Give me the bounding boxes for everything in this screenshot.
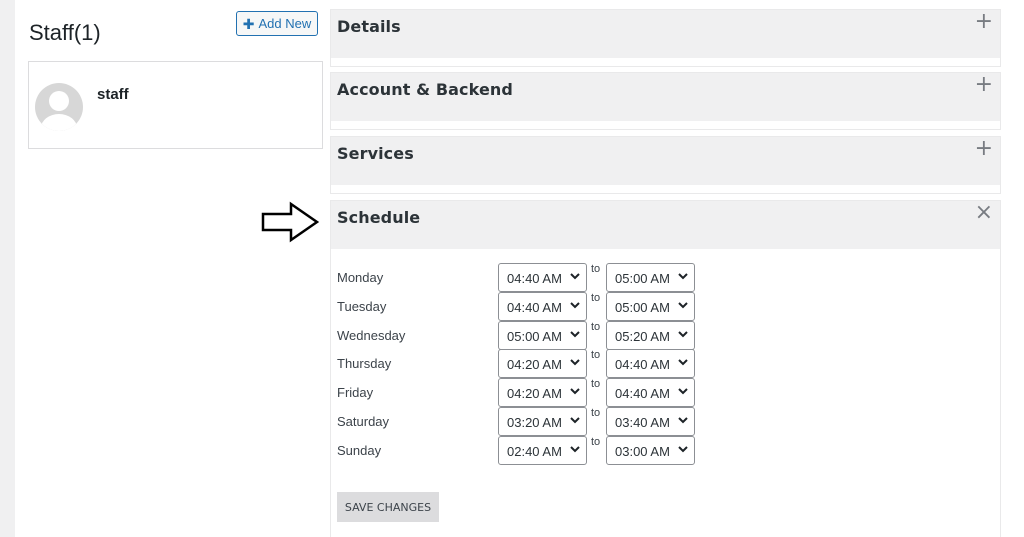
end-time-value: 05:00 AM bbox=[615, 271, 670, 286]
day-label: Tuesday bbox=[337, 298, 387, 314]
schedule-row-saturday: Saturday 03:20 AM to 03:40 AM bbox=[337, 407, 737, 436]
start-time-value: 04:40 AM bbox=[507, 299, 562, 315]
chevron-down-icon bbox=[678, 302, 688, 309]
day-label: Saturday bbox=[337, 414, 390, 429]
end-time-select[interactable]: 03:40 AM bbox=[606, 407, 695, 436]
to-label: to bbox=[591, 291, 601, 304]
services-panel-header[interactable]: Services + bbox=[331, 137, 1000, 185]
start-time-value: 04:20 AM bbox=[507, 357, 562, 373]
staff-name[interactable]: staff bbox=[97, 86, 129, 103]
chevron-down-icon bbox=[678, 417, 688, 424]
start-time-select[interactable]: 05:00 AM bbox=[498, 320, 587, 350]
details-panel-title: Details bbox=[337, 17, 401, 36]
schedule-row-monday: Monday 04:40 AM to 05:00 AM bbox=[337, 263, 737, 292]
day-label: Wednesday bbox=[337, 327, 406, 343]
arrow-right-icon bbox=[261, 201, 319, 243]
start-time-select[interactable]: 03:20 AM bbox=[498, 407, 587, 436]
start-time-select[interactable]: 04:40 AM bbox=[498, 291, 587, 321]
start-time-value: 02:40 AM bbox=[507, 443, 562, 459]
start-time-value: 05:00 AM bbox=[507, 328, 562, 344]
end-time-value: 04:40 AM bbox=[615, 357, 670, 373]
to-label: to bbox=[591, 263, 601, 275]
end-time-value: 04:40 AM bbox=[615, 386, 670, 402]
end-time-select[interactable]: 05:00 AM bbox=[606, 291, 695, 321]
left-rail bbox=[0, 0, 15, 537]
staff-card[interactable]: staff bbox=[28, 61, 323, 149]
schedule-row-friday: Friday 04:20 AM to 04:40 AM bbox=[337, 378, 737, 408]
plus-icon: ✚ bbox=[242, 15, 255, 32]
to-label: to bbox=[591, 378, 601, 391]
chevron-down-icon bbox=[570, 446, 580, 453]
to-label: to bbox=[591, 320, 601, 333]
end-time-value: 03:40 AM bbox=[615, 415, 670, 430]
schedule-panel: Schedule × Monday 04:40 AM to 05:00 AM Tuesd… bbox=[330, 200, 1001, 537]
save-changes-button[interactable]: SAVE CHANGES bbox=[337, 492, 439, 522]
end-time-select[interactable]: 04:40 AM bbox=[606, 378, 695, 408]
account-backend-panel-title: Account & Backend bbox=[337, 80, 513, 99]
start-time-select[interactable]: 04:40 AM bbox=[498, 263, 587, 292]
to-label: to bbox=[591, 435, 601, 448]
avatar bbox=[35, 83, 83, 131]
add-new-button[interactable]: ✚ Add New bbox=[236, 11, 318, 36]
start-time-value: 04:20 AM bbox=[507, 386, 562, 402]
chevron-down-icon bbox=[570, 330, 580, 338]
start-time-value: 04:40 AM bbox=[507, 271, 562, 286]
details-panel-header[interactable]: Details + bbox=[331, 10, 1000, 58]
day-label: Sunday bbox=[337, 442, 382, 458]
schedule-panel-title: Schedule bbox=[337, 208, 421, 227]
details-panel: Details + bbox=[330, 9, 1001, 67]
chevron-down-icon bbox=[570, 388, 580, 395]
end-time-select[interactable]: 03:00 AM bbox=[606, 435, 695, 465]
schedule-panel-header[interactable]: Schedule × bbox=[331, 201, 1000, 249]
to-label: to bbox=[591, 407, 601, 419]
chevron-down-icon bbox=[570, 273, 580, 280]
chevron-down-icon bbox=[678, 388, 688, 395]
start-time-select[interactable]: 04:20 AM bbox=[498, 349, 587, 379]
services-panel-title: Services bbox=[337, 144, 414, 163]
add-new-label: Add New bbox=[258, 16, 312, 31]
chevron-down-icon bbox=[570, 417, 580, 424]
day-label: Monday bbox=[337, 270, 384, 285]
chevron-down-icon bbox=[570, 302, 580, 309]
expand-icon[interactable]: + bbox=[975, 11, 993, 33]
staff-list-title: Staff(1) bbox=[29, 20, 101, 45]
chevron-down-icon bbox=[678, 273, 688, 280]
end-time-value: 05:20 AM bbox=[615, 328, 670, 344]
to-label: to bbox=[591, 349, 601, 362]
schedule-row-sunday: Sunday 02:40 AM to 03:00 AM bbox=[337, 435, 737, 465]
day-label: Thursday bbox=[337, 356, 392, 372]
expand-icon[interactable]: + bbox=[975, 74, 993, 96]
chevron-down-icon bbox=[570, 359, 580, 366]
end-time-select[interactable]: 05:00 AM bbox=[606, 263, 695, 292]
chevron-down-icon bbox=[678, 446, 688, 453]
chevron-down-icon bbox=[678, 330, 688, 338]
day-label: Friday bbox=[337, 385, 374, 401]
schedule-row-tuesday: Tuesday 04:40 AM to 05:00 AM bbox=[337, 291, 737, 321]
chevron-down-icon bbox=[678, 359, 688, 366]
end-time-select[interactable]: 05:20 AM bbox=[606, 320, 695, 350]
services-panel: Services + bbox=[330, 136, 1001, 194]
account-backend-panel: Account & Backend + bbox=[330, 72, 1001, 130]
start-time-select[interactable]: 02:40 AM bbox=[498, 435, 587, 465]
end-time-value: 05:00 AM bbox=[615, 299, 670, 315]
end-time-value: 03:00 AM bbox=[615, 443, 670, 459]
start-time-value: 03:20 AM bbox=[507, 415, 562, 430]
account-backend-panel-header[interactable]: Account & Backend + bbox=[331, 73, 1000, 121]
start-time-select[interactable]: 04:20 AM bbox=[498, 378, 587, 408]
expand-icon[interactable]: + bbox=[975, 138, 993, 160]
close-icon[interactable]: × bbox=[975, 202, 993, 224]
schedule-row-thursday: Thursday 04:20 AM to 04:40 AM bbox=[337, 349, 737, 379]
schedule-row-wednesday: Wednesday 05:00 AM to 05:20 AM bbox=[337, 320, 737, 350]
end-time-select[interactable]: 04:40 AM bbox=[606, 349, 695, 379]
